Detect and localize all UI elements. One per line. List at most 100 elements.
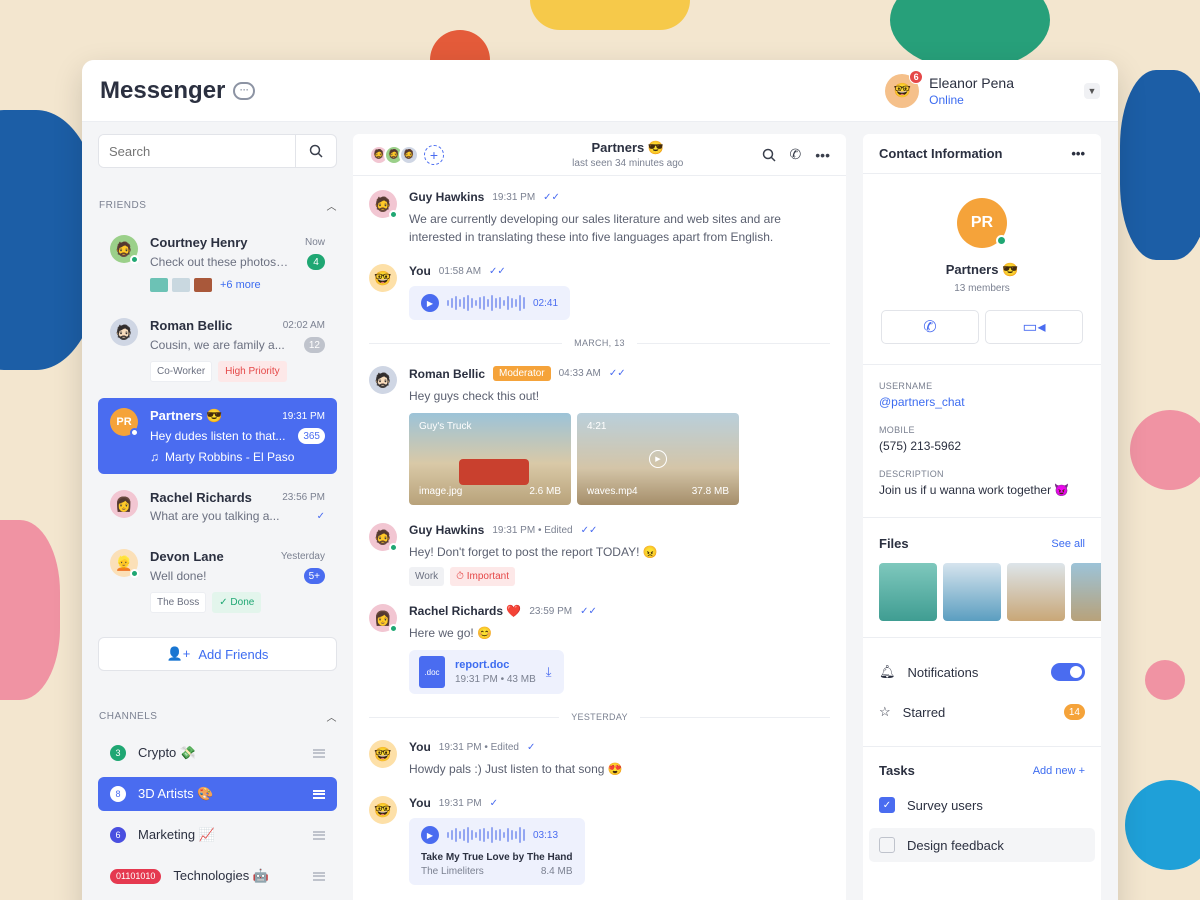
channel-count: 3 [110, 745, 126, 761]
chat-name: Roman Bellic [150, 318, 233, 333]
add-user-icon: 👤+ [166, 646, 191, 661]
channel-item[interactable]: 6 Marketing 📈 [98, 818, 337, 852]
drag-handle-icon[interactable] [313, 830, 325, 840]
member-avatars[interactable]: 🧔 🧔 🧔 + [369, 144, 444, 165]
chevron-down-icon[interactable]: ▼ [1084, 82, 1100, 99]
chat-preview: Well done! [150, 569, 207, 583]
chat-item[interactable]: 🧔 Courtney Henry Now Check out these phot… [98, 225, 337, 302]
search-icon[interactable] [762, 148, 776, 162]
play-icon[interactable]: ▶ [421, 826, 439, 844]
chat-item[interactable]: 🧔🏻 Roman Bellic 02:02 AM Cousin, we are f… [98, 308, 337, 392]
user-menu[interactable]: 🤓 6 Eleanor Pena Online ▼ [885, 69, 1100, 108]
channels-heading: CHANNELS [99, 711, 158, 722]
file-thumbnail[interactable] [879, 563, 937, 621]
sender-name: You [409, 796, 431, 810]
play-icon[interactable]: ▶ [649, 450, 667, 468]
file-attachment[interactable]: .doc report.doc 19:31 PM • 43 MB ⤓ [409, 650, 564, 694]
sender-name: Roman Bellic [409, 366, 486, 381]
starred-setting[interactable]: ☆ Starred 14 [863, 692, 1101, 732]
username-label: USERNAME [879, 381, 933, 391]
message: 🤓 You 01:58 AM ✓✓ ▶ 02:41 [369, 264, 830, 320]
chat-preview: What are you talking a... [150, 509, 280, 523]
user-avatar[interactable]: 🤓 6 [885, 69, 924, 108]
more-icon[interactable]: ••• [1071, 146, 1085, 161]
checkbox-checked[interactable]: ✓ [879, 797, 895, 813]
notifications-toggle[interactable] [1051, 663, 1085, 681]
group-name: Partners 😎 [945, 262, 1019, 277]
channel-item[interactable]: 3 Crypto 💸 [98, 736, 337, 770]
see-all-link[interactable]: See all [1051, 538, 1085, 550]
search-button[interactable] [295, 135, 336, 167]
play-icon[interactable]: ▶ [421, 294, 439, 312]
tag: Co-Worker [150, 361, 213, 382]
chevron-up-icon[interactable]: ︿ [327, 709, 338, 724]
avatar: 🤓 [374, 269, 392, 286]
search-input[interactable] [99, 135, 295, 167]
avatar: 🧔🏻 [115, 323, 133, 340]
chat-preview: Check out these photos! 😍 [150, 255, 290, 269]
message-time: 19:31 PM • Edited [492, 524, 573, 536]
message-list: 🧔 Guy Hawkins 19:31 PM ✓✓ We are currently… [353, 176, 846, 885]
friends-section-header[interactable]: FRIENDS ︿ [98, 198, 337, 213]
truck-shape [459, 459, 529, 485]
add-member-button[interactable]: + [424, 144, 444, 165]
chat-preview: Hey dudes listen to that... [150, 429, 286, 443]
channel-item-active[interactable]: 8 3D Artists 🎨 [98, 777, 337, 811]
channel-item[interactable]: 01101010 Technologies 🤖 [98, 859, 337, 893]
double-check-icon: ✓✓ [580, 605, 597, 617]
file-thumbnail[interactable] [1071, 563, 1101, 621]
file-thumbnail[interactable] [1007, 563, 1065, 621]
sidebar: FRIENDS ︿ 🧔 Courtney Henry Now Check out … [98, 134, 337, 900]
drag-handle-icon[interactable] [313, 871, 325, 881]
add-friends-button[interactable]: 👤+ Add Friends [98, 637, 337, 671]
waveform[interactable] [447, 294, 525, 312]
conversation-panel: 🧔 🧔 🧔 + Partners 😎 last seen 34 minutes … [353, 134, 846, 900]
channels-section-header[interactable]: CHANNELS ︿ [98, 709, 337, 724]
photo-thumbnail[interactable] [194, 278, 212, 292]
file-name: report.doc [455, 659, 510, 671]
drag-handle-icon[interactable] [313, 748, 325, 758]
avatar: 🤓 [374, 801, 392, 818]
chat-item[interactable]: 👩 Rachel Richards 23:56 PM What are you t… [98, 480, 337, 533]
attachment-size: 2.6 MB [529, 486, 561, 497]
attachment-filename: waves.mp4 [587, 486, 638, 497]
chat-time: 02:02 AM [282, 320, 325, 331]
avatar: 🧔 [374, 528, 392, 545]
task-item[interactable]: Design feedback [869, 828, 1095, 862]
call-button[interactable]: ✆ [881, 310, 979, 344]
add-task-link[interactable]: Add new + [1033, 765, 1085, 777]
download-icon[interactable]: ⤓ [546, 664, 552, 680]
drag-handle-icon[interactable] [313, 789, 325, 799]
avatar: 🧔 [388, 149, 400, 159]
date-divider: MARCH, 13 [369, 338, 830, 348]
photo-thumbnail[interactable] [150, 278, 168, 292]
attachment-size: 37.8 MB [691, 486, 729, 497]
notifications-label: Notifications [907, 664, 979, 680]
chat-item-active[interactable]: PR Partners 😎 19:31 PM Hey dudes listen t… [98, 398, 337, 474]
image-attachment[interactable]: Guy's Truck image.jpg 2.6 MB [409, 413, 571, 505]
chat-name: Partners 😎 [150, 408, 223, 423]
video-attachment[interactable]: 4:21 ▶ waves.mp4 37.8 MB [577, 413, 739, 505]
photo-thumbnail[interactable] [172, 278, 190, 292]
file-thumbnail[interactable] [943, 563, 1001, 621]
video-call-button[interactable]: ▭◂ [985, 310, 1083, 344]
phone-icon[interactable]: ✆ [790, 146, 802, 163]
group-initials: PR [970, 214, 994, 231]
date-divider-label: MARCH, 13 [574, 338, 625, 348]
message: 👩 Rachel Richards ❤️ 23:59 PM ✓✓ Here we g… [369, 604, 830, 694]
more-photos-link[interactable]: +6 more [220, 279, 261, 291]
waveform[interactable] [447, 826, 525, 844]
task-item[interactable]: ✓ Survey users [869, 788, 1095, 822]
chevron-up-icon[interactable]: ︿ [327, 198, 338, 213]
user-name: Eleanor Pena [929, 74, 1014, 91]
star-icon: ☆ [879, 704, 891, 719]
contact-panel: Contact Information ••• PR Partners 😎 13… [863, 134, 1101, 900]
more-icon[interactable]: ••• [815, 147, 830, 163]
notifications-setting: 🔔︎ Notifications [863, 652, 1101, 692]
song-artist: The Limeliters [421, 866, 484, 877]
username-value[interactable]: @partners_chat [879, 395, 1085, 409]
conversation-title: Partners 😎 [591, 140, 665, 155]
chat-item[interactable]: 👱 Devon Lane Yesterday Well done! 5+ The B… [98, 539, 337, 623]
message-time: 19:31 PM • Edited [438, 741, 519, 753]
checkbox[interactable] [879, 837, 895, 853]
